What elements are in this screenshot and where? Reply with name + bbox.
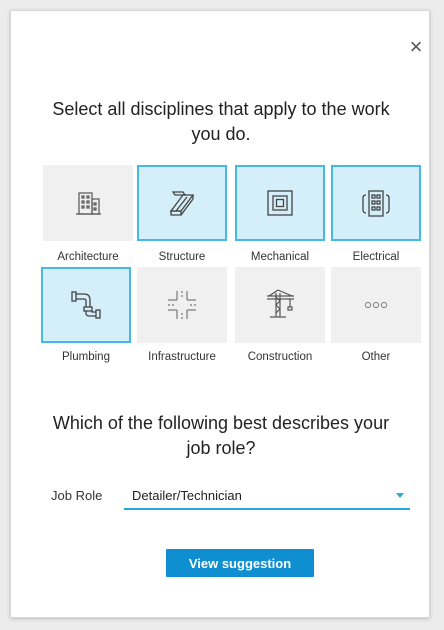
close-icon: × [409, 34, 423, 59]
tile-label: Construction [247, 351, 313, 363]
tile-label: Structure [158, 251, 206, 263]
job-role-label: Job Role [51, 488, 103, 503]
chevron-down-icon [396, 493, 404, 498]
road-intersection-icon [168, 291, 196, 319]
job-role-value: Detailer/Technician [132, 488, 242, 503]
disciplines-dialog: × Select all disciplines that apply to t… [10, 10, 430, 618]
pipe-icon [71, 291, 101, 319]
tile-mechanical[interactable] [235, 165, 325, 241]
crane-icon [267, 289, 294, 318]
duct-icon [267, 190, 293, 216]
disciplines-heading: Select all disciplines that apply to the… [52, 99, 390, 144]
view-suggestion-button[interactable]: View suggestion [166, 549, 314, 577]
job-role-heading: Which of the following best describes yo… [52, 413, 390, 458]
tile-infrastructure[interactable] [137, 267, 227, 343]
tile-label: Electrical [352, 251, 400, 263]
tile-architecture[interactable] [43, 165, 133, 241]
more-icon [364, 301, 388, 309]
tile-other[interactable] [331, 267, 421, 343]
building-icon [76, 192, 101, 215]
electrical-panel-icon [362, 190, 390, 217]
tile-label: Infrastructure [148, 351, 216, 363]
tile-label: Mechanical [250, 251, 310, 263]
tile-plumbing[interactable] [41, 267, 131, 343]
job-role-select[interactable]: Detailer/Technician [124, 486, 410, 510]
tile-construction[interactable] [235, 267, 325, 343]
tile-label: Plumbing [62, 351, 110, 363]
tile-electrical[interactable] [331, 165, 421, 241]
tile-label: Architecture [57, 251, 119, 263]
tile-structure[interactable] [137, 165, 227, 241]
steel-beam-icon [169, 191, 195, 216]
close-button[interactable]: × [404, 35, 428, 59]
tile-label: Other [361, 351, 391, 363]
